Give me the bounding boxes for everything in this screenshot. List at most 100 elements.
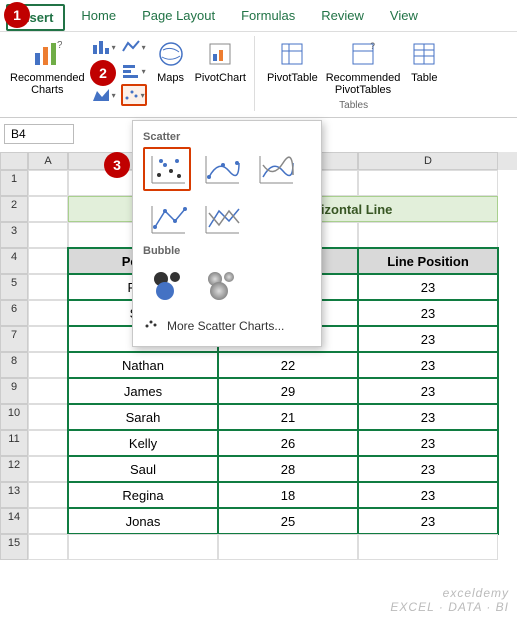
row-header[interactable]: 11 [0, 430, 28, 456]
row-header[interactable]: 6 [0, 300, 28, 326]
scatter-dropdown: Scatter Bubble More Scatter Charts... [132, 120, 322, 347]
bar-chart-icon[interactable]: ▾ [121, 60, 147, 82]
cell-value[interactable]: 29 [218, 378, 358, 404]
row-header[interactable]: 8 [0, 352, 28, 378]
empty-cell[interactable] [28, 352, 68, 378]
pivottable-label: PivotTable [267, 72, 318, 84]
empty-cell[interactable] [358, 170, 498, 196]
more-scatter-charts[interactable]: More Scatter Charts... [141, 313, 313, 338]
empty-cell[interactable] [28, 378, 68, 404]
row-header[interactable]: 7 [0, 326, 28, 352]
empty-cell[interactable] [28, 456, 68, 482]
row-header[interactable]: 15 [0, 534, 28, 560]
column-chart-icon[interactable]: ▾ [91, 36, 117, 58]
cell-line-position[interactable]: 23 [358, 326, 498, 352]
scatter-smooth-option[interactable] [251, 147, 299, 191]
cell-line-position[interactable]: 23 [358, 508, 498, 534]
charts-group: ? Recommended Charts ▾ ▾ ▾ ▾ ▾ ▾ Maps Pi… [2, 36, 255, 111]
recommended-charts-icon: ? [31, 38, 63, 70]
pivottable-button[interactable]: PivotTable [265, 36, 320, 98]
callout-1: 1 [4, 2, 30, 28]
scatter-option[interactable] [143, 147, 191, 191]
cell-line-position[interactable]: 23 [358, 430, 498, 456]
maps-button[interactable]: Maps [153, 36, 189, 86]
empty-cell[interactable] [28, 482, 68, 508]
header-line-position[interactable]: Line Position [358, 248, 498, 274]
svg-text:?: ? [370, 41, 375, 51]
row-header[interactable]: 4 [0, 248, 28, 274]
empty-cell[interactable] [358, 534, 498, 560]
empty-cell[interactable] [28, 534, 68, 560]
tab-home[interactable]: Home [71, 4, 126, 31]
empty-cell[interactable] [218, 534, 358, 560]
cell-line-position[interactable]: 23 [358, 352, 498, 378]
cell-value[interactable]: 22 [218, 352, 358, 378]
empty-cell[interactable] [28, 248, 68, 274]
col-header-d[interactable]: D [358, 152, 498, 170]
cell-people[interactable]: Kelly [68, 430, 218, 456]
empty-cell[interactable] [28, 222, 68, 248]
col-header-a[interactable]: A [28, 152, 68, 170]
pivotchart-button[interactable]: PivotChart [193, 36, 248, 86]
cell-people[interactable]: Nathan [68, 352, 218, 378]
row-header[interactable]: 3 [0, 222, 28, 248]
cell-value[interactable]: 26 [218, 430, 358, 456]
scatter-straight-option[interactable] [197, 197, 245, 241]
more-scatter-icon [143, 317, 159, 334]
recommended-charts-button[interactable]: ? Recommended Charts [8, 36, 87, 98]
tables-group: PivotTable ? Recommended PivotTables Tab… [259, 36, 448, 111]
row-header[interactable]: 5 [0, 274, 28, 300]
row-header[interactable]: 9 [0, 378, 28, 404]
name-box[interactable]: B4 [4, 124, 74, 144]
cell-value[interactable]: 25 [218, 508, 358, 534]
row-header[interactable]: 14 [0, 508, 28, 534]
cell-line-position[interactable]: 23 [358, 274, 498, 300]
cell-value[interactable]: 21 [218, 404, 358, 430]
scatter-smooth-markers-option[interactable] [197, 147, 245, 191]
cell-value[interactable]: 18 [218, 482, 358, 508]
scatter-chart-button[interactable]: ▾ [121, 84, 147, 106]
pivotchart-label: PivotChart [195, 72, 246, 84]
cell-people[interactable]: Regina [68, 482, 218, 508]
cell-value[interactable]: 28 [218, 456, 358, 482]
cell-line-position[interactable]: 23 [358, 456, 498, 482]
line-chart-icon[interactable]: ▾ [121, 36, 147, 58]
bubble-option[interactable] [143, 261, 191, 305]
cell-line-position[interactable]: 23 [358, 378, 498, 404]
empty-cell[interactable] [28, 300, 68, 326]
empty-cell[interactable] [28, 196, 68, 222]
bubble-section-label: Bubble [143, 245, 313, 257]
cell-line-position[interactable]: 23 [358, 300, 498, 326]
cell-people[interactable]: Sarah [68, 404, 218, 430]
bubble-3d-option[interactable] [197, 261, 245, 305]
row-header[interactable]: 1 [0, 170, 28, 196]
tab-formulas[interactable]: Formulas [231, 4, 305, 31]
cell-people[interactable]: Saul [68, 456, 218, 482]
cell-people[interactable]: James [68, 378, 218, 404]
row-header[interactable]: 13 [0, 482, 28, 508]
select-all-corner[interactable] [0, 152, 28, 170]
area-chart-icon[interactable]: ▾ [91, 84, 117, 106]
empty-cell[interactable] [28, 404, 68, 430]
recommended-pivottables-button[interactable]: ? Recommended PivotTables [324, 36, 403, 98]
scatter-straight-markers-option[interactable] [143, 197, 191, 241]
tab-page-layout[interactable]: Page Layout [132, 4, 225, 31]
empty-cell[interactable] [28, 326, 68, 352]
cell-people[interactable]: Jonas [68, 508, 218, 534]
cell-line-position[interactable]: 23 [358, 482, 498, 508]
tab-review[interactable]: Review [311, 4, 374, 31]
pivotchart-icon [204, 38, 236, 70]
tab-view[interactable]: View [380, 4, 428, 31]
empty-cell[interactable] [28, 508, 68, 534]
empty-cell[interactable] [358, 222, 498, 248]
empty-cell[interactable] [28, 274, 68, 300]
table-button[interactable]: Table [406, 36, 442, 98]
table-icon [408, 38, 440, 70]
row-header[interactable]: 2 [0, 196, 28, 222]
empty-cell[interactable] [68, 534, 218, 560]
row-header[interactable]: 10 [0, 404, 28, 430]
cell-line-position[interactable]: 23 [358, 404, 498, 430]
row-header[interactable]: 12 [0, 456, 28, 482]
empty-cell[interactable] [28, 430, 68, 456]
empty-cell[interactable] [28, 170, 68, 196]
